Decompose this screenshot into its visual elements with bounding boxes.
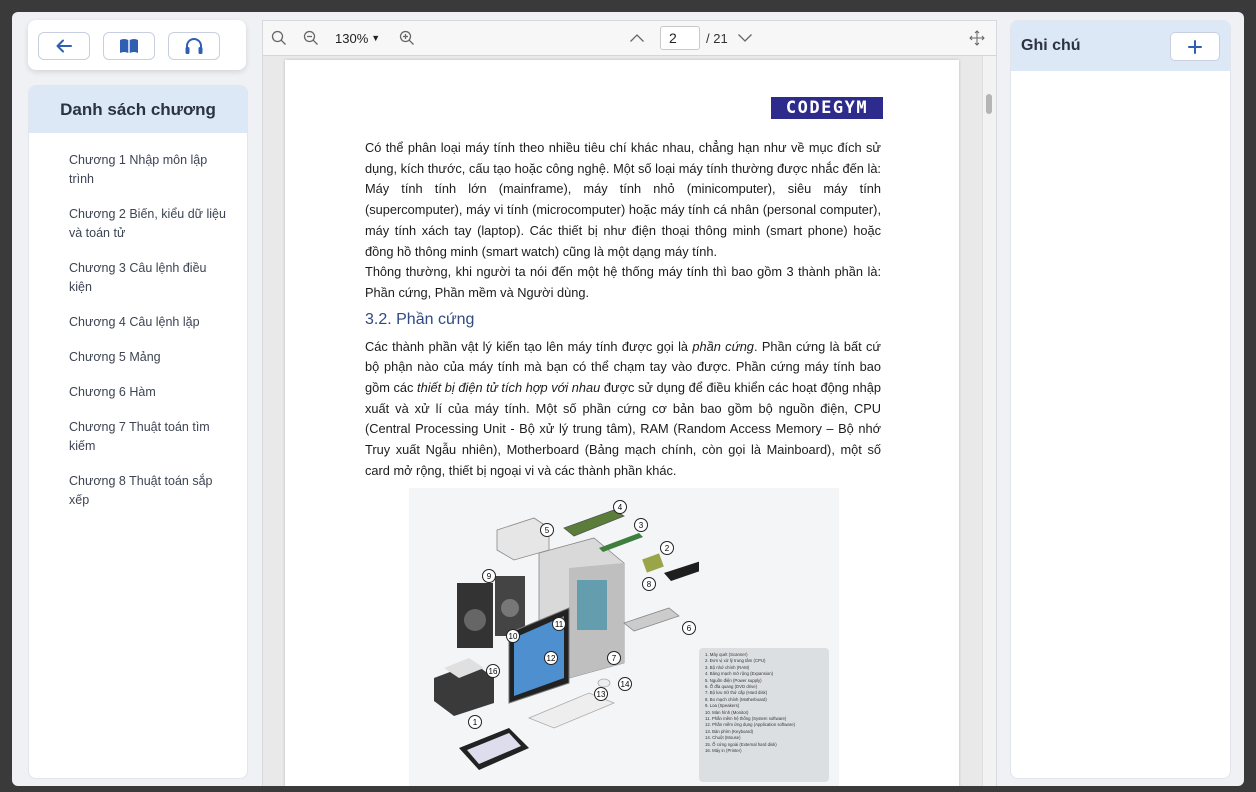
figure-callout-3: 3 [634,518,648,532]
vertical-scrollbar[interactable] [982,56,996,786]
figure-callout-4: 4 [613,500,627,514]
svg-text:16: 16 [489,667,498,676]
notes-title: Ghi chú [1021,37,1081,54]
page-text: Có thể phân loại máy tính theo nhiều tiê… [365,138,881,482]
pdf-page: CODEGYM Có thể phân loại máy tính theo n… [285,60,959,786]
page-total: / 21 [706,30,728,46]
figure-callout-9: 9 [482,569,496,583]
chapter-item-8[interactable]: Chương 8 Thuật toán sắp xếp [69,472,227,510]
figure-callout-14: 14 [618,677,632,691]
pan-button[interactable] [969,21,985,55]
figure-callout-1: 1 [468,715,482,729]
text-run: Các thành phần vật lý kiến tạo lên máy t… [365,338,693,354]
figure-callout-8: 8 [642,577,656,591]
zoom-in-icon [399,30,414,45]
chapter-item-5[interactable]: Chương 5 Mảng [69,348,227,367]
figure-callout-7: 7 [607,651,621,665]
figure-callout-5: 5 [540,523,554,537]
chapter-item-4[interactable]: Chương 4 Câu lệnh lặp [69,313,227,332]
svg-text:2: 2 [665,544,670,553]
arrow-left-icon [56,39,72,53]
chapter-item-3[interactable]: Chương 3 Câu lệnh điều kiện [69,259,227,297]
figure-callout-13: 13 [594,687,608,701]
svg-text:11: 11 [555,620,564,629]
move-icon [969,30,985,46]
hardware-figure: 12345678910111213141516 1. Máy quét (Sca… [409,488,839,786]
svg-text:4: 4 [618,503,623,512]
chapter-item-1[interactable]: Chương 1 Nhập môn lập trình [69,151,227,189]
notes-panel: Ghi chú [1010,20,1231,779]
chapter-item-2[interactable]: Chương 2 Biến, kiểu dữ liệu và toán tử [69,205,227,243]
plus-icon [1188,39,1202,54]
chapter-panel-title: Danh sách chương [29,86,247,133]
figure-callout-12: 12 [544,651,558,665]
figure-callout-11: 11 [552,617,566,631]
figure-callout-2: 2 [660,541,674,555]
legend-item: 16. Máy in (Printer) [705,748,742,754]
svg-text:7: 7 [612,654,617,663]
chevron-down-icon [738,34,752,42]
svg-text:9: 9 [487,572,492,581]
svg-text:3: 3 [639,521,644,530]
notes-header: Ghi chú [1011,21,1230,71]
dropdown-caret-icon: ▼ [371,33,381,43]
paragraph-components: Thông thường, khi người ta nói đến một h… [365,264,881,300]
chapter-item-7[interactable]: Chương 7 Thuật toán tìm kiếm [69,418,227,456]
chapter-list: Chương 1 Nhập môn lập trình Chương 2 Biế… [29,133,247,510]
viewer-toolbar: 130% ▼ 2 / 21 [263,21,996,56]
svg-text:10: 10 [509,632,518,641]
figure-callout-10: 10 [506,629,520,643]
svg-text:14: 14 [621,680,630,689]
computer-parts-illustration: 12345678910111213141516 [434,500,720,770]
svg-text:5: 5 [545,526,550,535]
audio-button[interactable] [168,32,220,60]
paragraph-hardware: Các thành phần vật lý kiến tạo lên máy t… [365,337,881,482]
pdf-viewer: 130% ▼ 2 / 21 CODEGYM Có thể phân loại m… [262,20,997,786]
emphasis-text: phần cứng [692,338,754,354]
scrollbar-thumb[interactable] [986,94,992,114]
svg-text:8: 8 [647,580,652,589]
zoom-in-button[interactable] [399,21,415,55]
app-window: Danh sách chương Chương 1 Nhập môn lập t… [12,12,1244,786]
reading-mode-button[interactable] [103,32,155,60]
headphones-icon [185,38,203,54]
previous-page-button[interactable] [629,21,645,55]
page-number-input[interactable]: 2 [660,26,700,50]
figure-legend: 1. Máy quét (Scanner) 2. Đơn vị xử lý tr… [699,648,829,782]
page-scroll-area[interactable]: CODEGYM Có thể phân loại máy tính theo n… [263,56,983,786]
add-note-button[interactable] [1170,32,1220,61]
next-page-button[interactable] [737,21,753,55]
chevron-up-icon [630,34,644,42]
figure-callout-16: 16 [486,664,500,678]
search-icon [271,30,286,45]
codegym-logo: CODEGYM [771,97,883,119]
emphasis-text: thiết bị điện tử tích hợp với nhau [417,380,601,396]
section-heading: 3.2. Phần cứng [365,310,475,328]
zoom-select[interactable]: 130% ▼ [335,21,380,55]
paragraph-classification: Có thể phân loại máy tính theo nhiều tiê… [365,140,881,259]
svg-text:13: 13 [597,690,606,699]
svg-text:6: 6 [687,624,692,633]
top-toolbar [28,20,246,70]
zoom-out-button[interactable] [303,21,319,55]
back-button[interactable] [38,32,90,60]
chapter-panel: Danh sách chương Chương 1 Nhập môn lập t… [28,85,248,779]
zoom-out-icon [303,30,318,45]
svg-text:12: 12 [547,654,556,663]
chapter-item-6[interactable]: Chương 6 Hàm [69,383,227,402]
search-button[interactable] [271,21,287,55]
zoom-value: 130% [335,30,369,46]
book-open-icon [120,39,138,53]
svg-text:1: 1 [473,718,478,727]
figure-callout-6: 6 [682,621,696,635]
